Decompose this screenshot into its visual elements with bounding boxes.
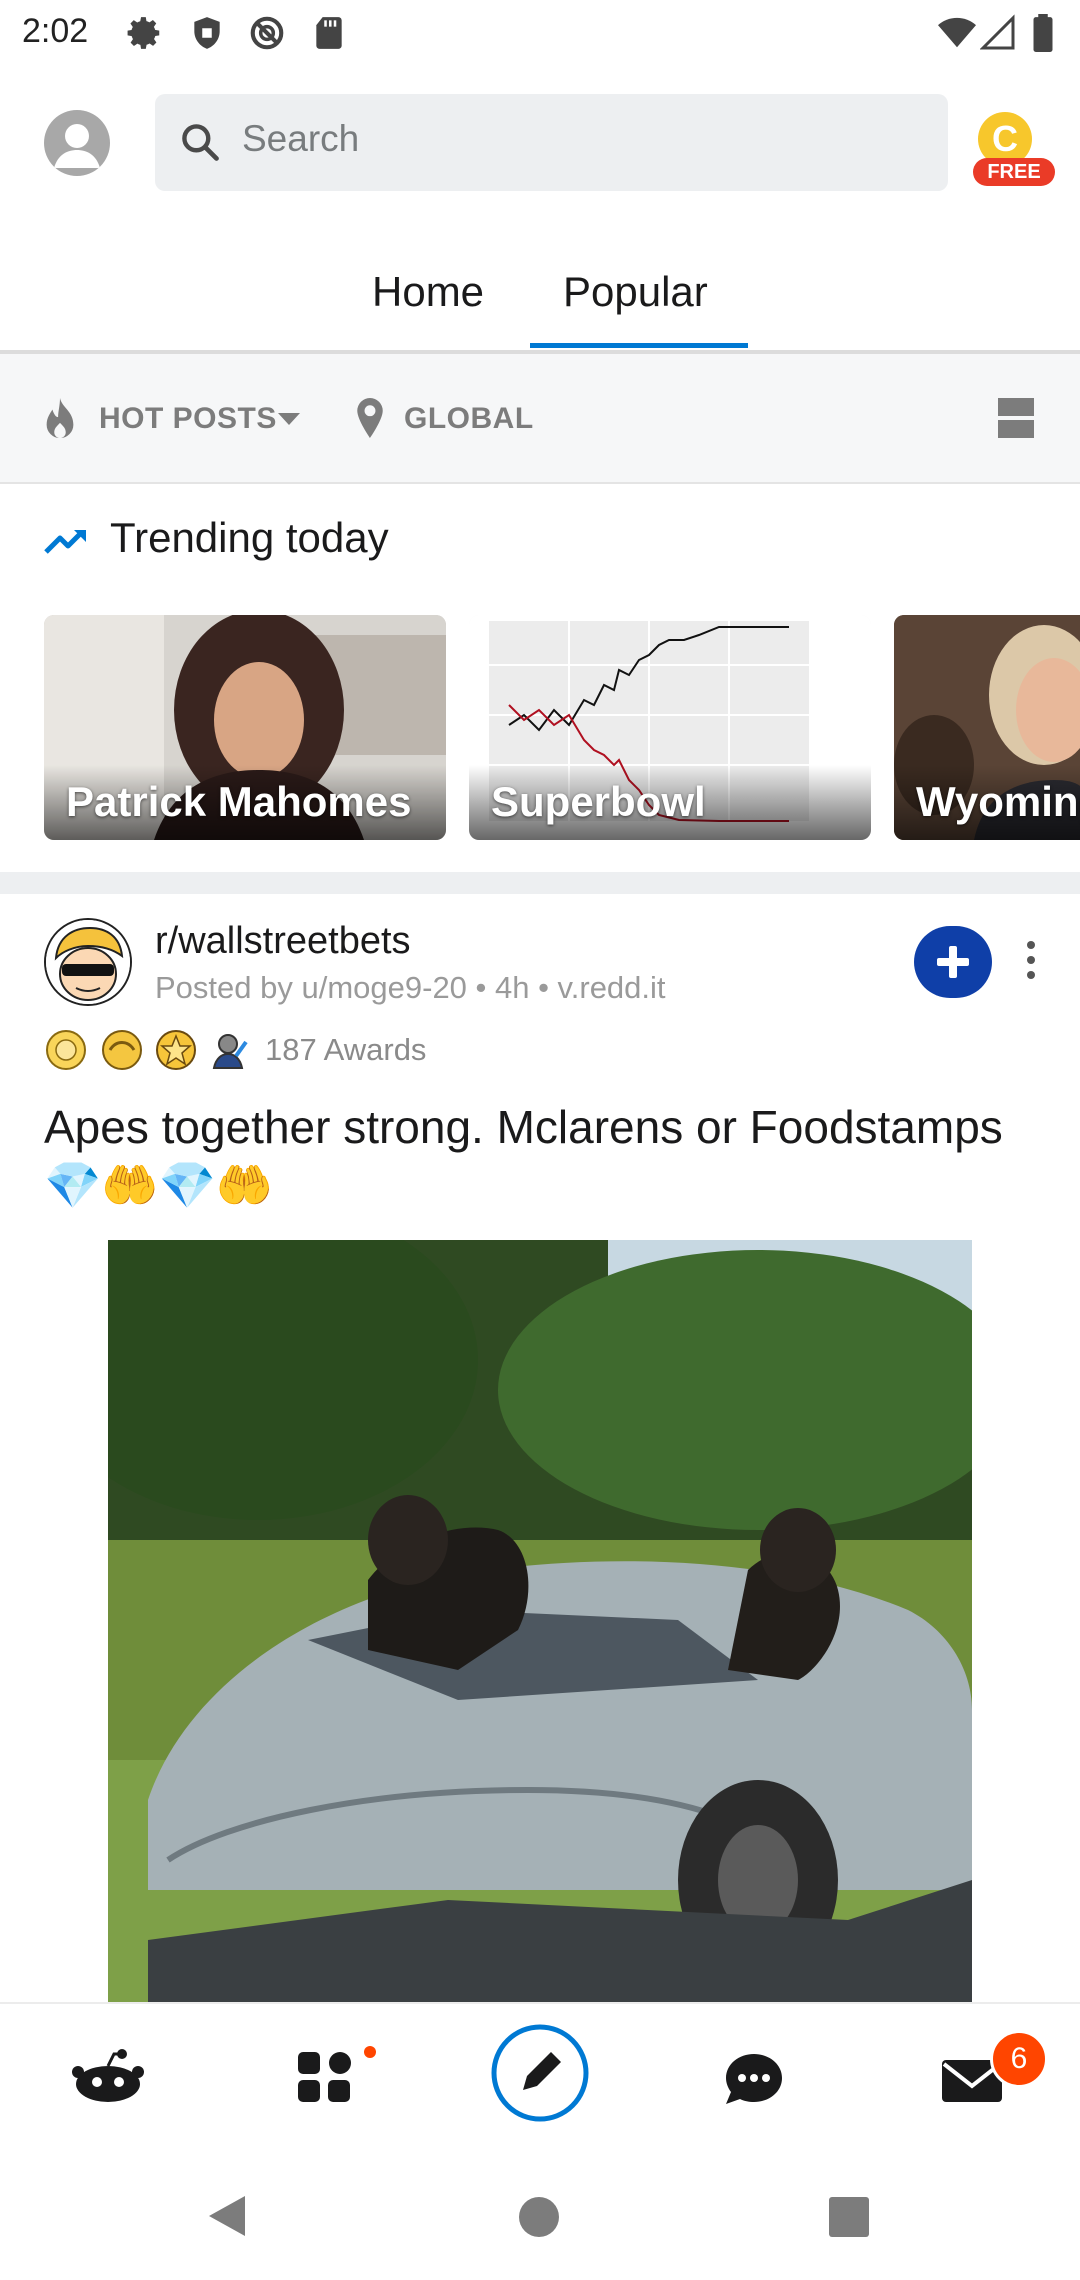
trending-icon <box>44 530 86 554</box>
post-media[interactable] <box>108 1240 972 2002</box>
awards-count: 187 Awards <box>265 1032 427 1067</box>
cell-signal-icon <box>980 14 1015 50</box>
trending-title: Trending today <box>110 514 389 561</box>
caret-down-icon <box>278 413 300 425</box>
status-time: 2:02 <box>22 12 89 50</box>
subreddit-name[interactable]: r/wallstreetbets <box>155 920 411 963</box>
home-button-icon[interactable] <box>518 2196 560 2238</box>
award-icon <box>212 1034 248 1069</box>
subreddit-avatar[interactable] <box>44 918 132 1006</box>
sort-dropdown[interactable]: HOT POSTS <box>44 398 304 440</box>
more-options-icon[interactable] <box>1026 940 1036 980</box>
status-bar: 2:02 <box>0 0 1080 66</box>
post-meta: Posted by u/moge9-20 • 4h • v.redd.it <box>155 970 666 1005</box>
battery-icon <box>1033 14 1053 52</box>
sd-card-icon <box>316 17 342 49</box>
settings-icon <box>127 17 160 49</box>
wifi-icon <box>938 17 976 48</box>
user-avatar[interactable] <box>44 110 110 176</box>
sort-label: HOT POSTS <box>99 402 277 435</box>
search-placeholder: Search <box>242 118 360 159</box>
do-not-disturb-icon <box>250 16 284 50</box>
location-label: GLOBAL <box>404 402 534 435</box>
plus-icon <box>937 946 969 978</box>
flame-icon <box>46 398 74 439</box>
trending-card[interactable]: Patrick Mahomes <box>44 615 446 840</box>
section-divider <box>0 872 1080 894</box>
free-badge: FREE <box>973 158 1055 186</box>
home-reddit-icon[interactable] <box>72 2048 144 2104</box>
communities-icon[interactable] <box>296 2046 380 2106</box>
recents-icon[interactable] <box>828 2196 870 2238</box>
award-icon <box>156 1030 196 1070</box>
trending-card-label: Superbowl <box>491 778 706 825</box>
back-icon[interactable] <box>205 2192 247 2240</box>
award-icon <box>46 1030 86 1070</box>
post-video-thumbnail <box>108 1240 972 2002</box>
location-pin-icon <box>357 398 383 438</box>
subreddit-icon <box>46 920 130 1004</box>
location-filter[interactable]: GLOBAL <box>355 398 535 440</box>
shield-icon <box>194 17 220 49</box>
user-silhouette-icon <box>54 124 100 168</box>
award-icon <box>102 1030 142 1070</box>
tab-home[interactable]: Home <box>372 268 484 316</box>
layout-view-icon[interactable] <box>996 396 1036 440</box>
trending-card[interactable]: Wyoming <box>894 615 1080 840</box>
trending-card[interactable]: Superbowl <box>469 615 871 840</box>
tab-selected-indicator <box>530 343 748 348</box>
join-button[interactable] <box>914 926 992 998</box>
trending-card-label: Wyoming <box>916 778 1080 825</box>
create-post-icon[interactable] <box>490 2023 590 2123</box>
trending-card-label: Patrick Mahomes <box>66 778 412 825</box>
chat-icon[interactable] <box>724 2052 784 2108</box>
inbox-badge: 6 <box>990 2030 1048 2088</box>
search-icon <box>182 124 219 161</box>
tab-popular[interactable]: Popular <box>563 268 708 316</box>
post-title[interactable]: Apes together strong. Mclarens or Foodst… <box>44 1098 1004 1214</box>
